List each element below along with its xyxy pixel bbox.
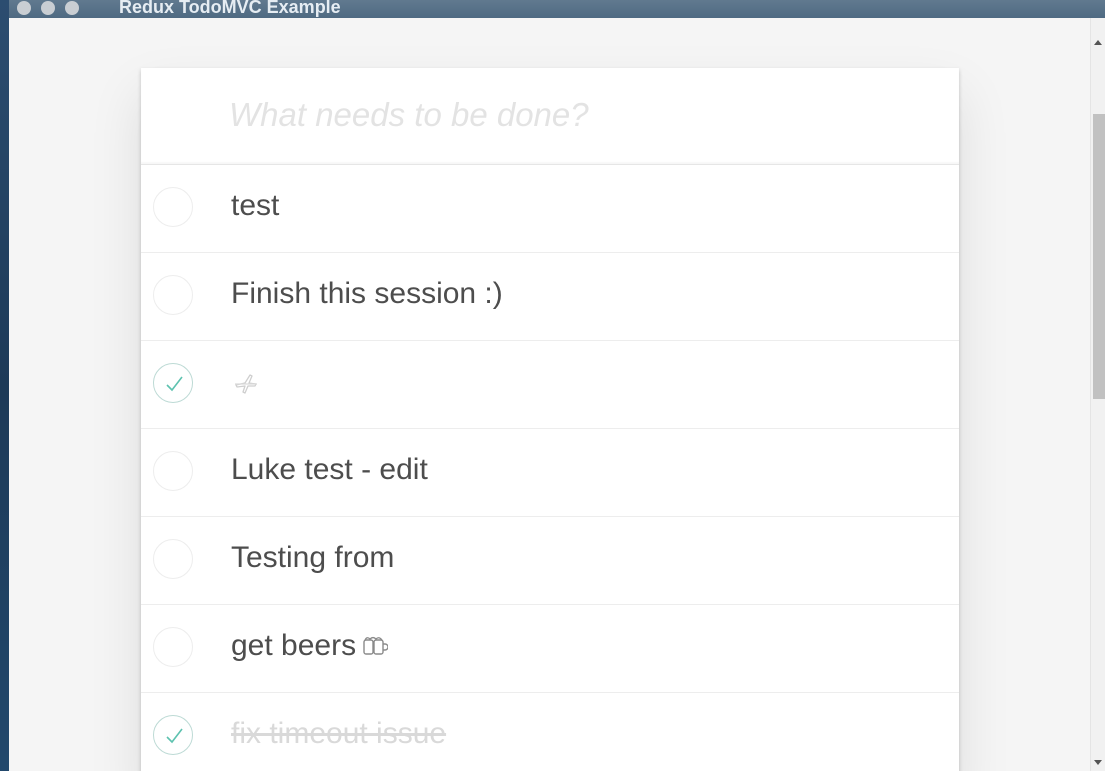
todo-item[interactable]: Testing from	[141, 517, 959, 605]
todo-item[interactable]: fix timeout issue	[141, 693, 959, 771]
scrollbar-thumb[interactable]	[1093, 114, 1105, 399]
todo-toggle-checkbox[interactable]	[153, 187, 193, 227]
todo-toggle-checkbox[interactable]	[153, 715, 193, 755]
todo-label[interactable]: test	[231, 189, 279, 223]
todo-label[interactable]: fix timeout issue	[231, 717, 446, 751]
todo-toggle-checkbox[interactable]	[153, 539, 193, 579]
desktop-background	[0, 0, 9, 771]
checkmark-icon	[166, 376, 183, 392]
todo-app: test Finish this session :)	[141, 68, 959, 771]
todo-toggle-checkbox[interactable]	[153, 627, 193, 667]
todo-label[interactable]: get beers	[231, 629, 389, 663]
window-title: Redux TodoMVC Example	[119, 0, 341, 17]
todo-item[interactable]: test	[141, 165, 959, 253]
close-window-button[interactable]	[17, 1, 31, 15]
scroll-down-arrow-icon[interactable]	[1094, 760, 1102, 765]
scroll-up-arrow-icon[interactable]	[1094, 40, 1102, 45]
beer-emoji-icon	[363, 636, 389, 655]
todo-toggle-checkbox[interactable]	[153, 451, 193, 491]
todo-label[interactable]: Testing from	[231, 541, 394, 575]
todo-label[interactable]: Finish this session :)	[231, 277, 503, 311]
todo-item[interactable]: Finish this session :)	[141, 253, 959, 341]
maximize-window-button[interactable]	[65, 1, 79, 15]
new-todo-header	[141, 68, 959, 165]
minimize-window-button[interactable]	[41, 1, 55, 15]
checkmark-icon	[166, 728, 183, 744]
airplane-emoji-icon	[235, 374, 257, 394]
todo-item[interactable]	[141, 341, 959, 429]
vertical-scrollbar[interactable]	[1090, 18, 1105, 771]
todo-toggle-checkbox[interactable]	[153, 275, 193, 315]
browser-window: Redux TodoMVC Example test Finish this s…	[9, 0, 1105, 771]
todo-item[interactable]: Luke test - edit	[141, 429, 959, 517]
page-content: test Finish this session :)	[9, 18, 1091, 771]
todo-label[interactable]: Luke test - edit	[231, 453, 428, 487]
todo-label-text: get beers	[231, 629, 357, 662]
todo-item[interactable]: get beers	[141, 605, 959, 693]
todo-list: test Finish this session :) Luke test - …	[141, 165, 959, 771]
todo-toggle-checkbox[interactable]	[153, 363, 193, 403]
new-todo-input[interactable]	[229, 90, 929, 140]
window-titlebar[interactable]: Redux TodoMVC Example	[9, 0, 1105, 19]
